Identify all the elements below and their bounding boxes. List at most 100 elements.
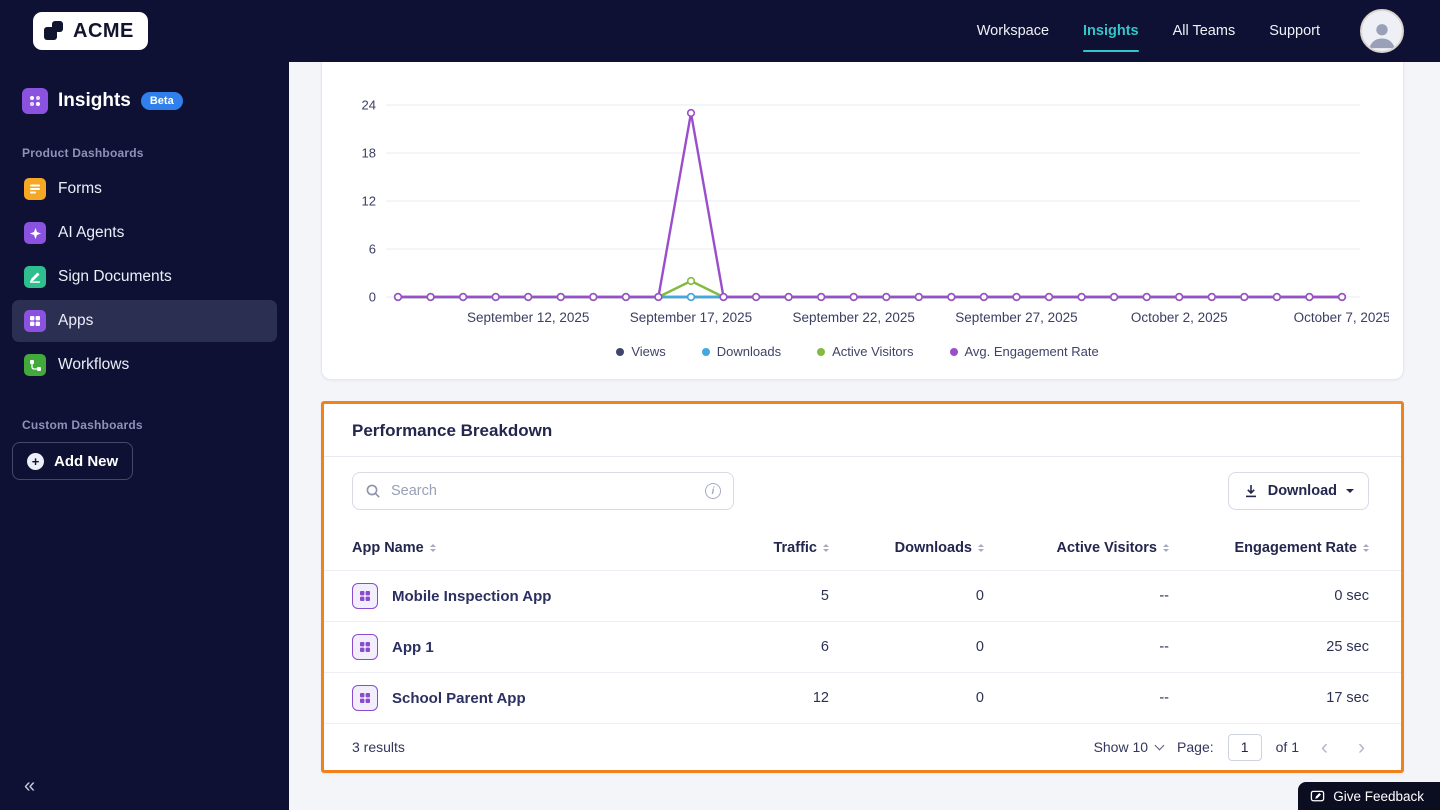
info-icon[interactable]: i <box>705 483 721 499</box>
traffic-value: 5 <box>820 588 829 604</box>
sidebar-item-label: Forms <box>58 180 102 197</box>
svg-text:September 27, 2025: September 27, 2025 <box>955 310 1077 325</box>
col-downloads[interactable]: Downloads <box>829 540 984 556</box>
sort-icon <box>430 544 436 552</box>
insights-app-icon <box>22 88 48 114</box>
trend-chart: 0 6 12 18 24 September 12, 2025 September 17, … <box>362 98 1391 326</box>
sidebar-item-apps[interactable]: Apps <box>12 300 277 342</box>
downloads-value: 0 <box>975 690 984 706</box>
main-content: 0 6 12 18 24 September 12, 2025 September 17, … <box>289 62 1440 810</box>
app-cell: App 1 <box>352 634 709 660</box>
sidebar-product-header: Insights Beta <box>22 88 289 114</box>
table-row[interactable]: School Parent App 12 0 -- 17 sec <box>324 673 1401 724</box>
sidebar-item-workflows[interactable]: Workflows <box>12 344 277 386</box>
svg-text:September 12, 2025: September 12, 2025 <box>467 310 589 325</box>
download-icon <box>1245 485 1256 498</box>
section-custom-dashboards: Custom Dashboards <box>22 418 143 432</box>
downloads-value: 0 <box>975 639 984 655</box>
apps-icon <box>24 310 46 332</box>
feedback-icon <box>1310 790 1325 801</box>
svg-text:October 2, 2025: October 2, 2025 <box>1131 310 1228 325</box>
legend-downloads[interactable]: Downloads <box>701 344 781 359</box>
search-icon <box>366 484 380 498</box>
active-visitors-value: -- <box>1159 690 1169 706</box>
downloads-value: 0 <box>975 588 984 604</box>
sidebar-collapse-icon[interactable]: « <box>24 775 35 798</box>
col-active-visitors[interactable]: Active Visitors <box>984 540 1169 556</box>
engagement-rate-value: 17 sec <box>1326 690 1369 706</box>
give-feedback-button[interactable]: Give Feedback <box>1298 782 1440 810</box>
next-page-icon[interactable]: › <box>1350 737 1373 758</box>
svg-text:September 17, 2025: September 17, 2025 <box>630 310 752 325</box>
beta-badge: Beta <box>140 92 183 110</box>
table-footer: 3 results Show 10 Page: of 1 ‹ › <box>324 724 1401 770</box>
sidebar: Insights Beta Product Dashboards Forms A… <box>0 62 289 810</box>
download-button[interactable]: Download <box>1227 472 1369 510</box>
sidebar-title: Insights <box>58 90 131 111</box>
active-visitors-dot-icon <box>817 347 826 356</box>
app-cell: Mobile Inspection App <box>352 583 709 609</box>
download-label: Download <box>1267 483 1337 499</box>
page-label: Page: <box>1177 739 1214 755</box>
add-new-button[interactable]: + Add New <box>12 442 134 480</box>
search-box: i <box>352 472 734 510</box>
forms-icon <box>24 178 46 200</box>
app-cell: School Parent App <box>352 685 709 711</box>
nav-support[interactable]: Support <box>1269 23 1320 39</box>
add-new-label: Add New <box>54 452 119 470</box>
svg-text:6: 6 <box>369 242 376 257</box>
legend-active-visitors[interactable]: Active Visitors <box>817 344 914 359</box>
sidebar-item-label: Sign Documents <box>58 268 172 285</box>
top-bar: ACME Workspace Insights All Teams Suppor… <box>0 0 1440 62</box>
table-row[interactable]: Mobile Inspection App 5 0 -- 0 sec <box>324 571 1401 622</box>
active-visitors-value: -- <box>1159 639 1169 655</box>
engagement-rate-value: 0 sec <box>1334 588 1369 604</box>
svg-text:24: 24 <box>362 98 376 113</box>
feedback-label: Give Feedback <box>1333 788 1424 804</box>
trend-chart-card: 0 6 12 18 24 September 12, 2025 September 17, … <box>321 62 1404 380</box>
chevron-down-icon <box>1154 740 1165 751</box>
performance-breakdown-title: Performance Breakdown <box>324 404 1401 457</box>
acme-logo-text: ACME <box>73 19 134 42</box>
user-avatar[interactable] <box>1360 9 1404 53</box>
prev-page-icon[interactable]: ‹ <box>1313 737 1336 758</box>
sidebar-item-ai-agents[interactable]: AI Agents <box>12 212 277 254</box>
ai-agents-icon <box>24 222 46 244</box>
section-product-dashboards: Product Dashboards <box>22 146 144 160</box>
breakdown-toolbar: i Download <box>324 457 1401 525</box>
sidebar-menu: Forms AI Agents Sign Documents Apps Work… <box>12 168 277 386</box>
traffic-value: 12 <box>812 690 829 706</box>
top-nav: Workspace Insights All Teams Support <box>977 9 1440 53</box>
app-name: Mobile Inspection App <box>392 587 552 605</box>
sidebar-item-label: Workflows <box>58 356 130 373</box>
show-page-size-select[interactable]: Show 10 <box>1094 739 1165 755</box>
legend-views[interactable]: Views <box>616 344 666 359</box>
col-app-name[interactable]: App Name <box>352 540 709 556</box>
acme-logo-icon <box>43 20 65 42</box>
nav-all-teams[interactable]: All Teams <box>1173 23 1236 39</box>
traffic-value: 6 <box>820 639 829 655</box>
avg-engagement-dot-icon <box>949 347 958 356</box>
search-input[interactable] <box>391 483 695 499</box>
svg-text:October 7, 2025: October 7, 2025 <box>1294 310 1389 325</box>
legend-avg-engagement-rate[interactable]: Avg. Engagement Rate <box>949 344 1099 359</box>
nav-workspace[interactable]: Workspace <box>977 23 1049 39</box>
workflows-icon <box>24 354 46 376</box>
page-number-input[interactable] <box>1227 733 1262 761</box>
active-visitors-value: -- <box>1159 588 1169 604</box>
acme-logo[interactable]: ACME <box>33 12 148 50</box>
nav-insights[interactable]: Insights <box>1083 23 1139 52</box>
sign-documents-icon <box>24 266 46 288</box>
col-engagement-rate[interactable]: Engagement Rate <box>1169 540 1369 556</box>
sort-icon <box>1363 544 1369 552</box>
svg-text:12: 12 <box>362 194 376 209</box>
app-grid-icon <box>352 685 378 711</box>
sidebar-item-sign-documents[interactable]: Sign Documents <box>12 256 277 298</box>
sidebar-item-forms[interactable]: Forms <box>12 168 277 210</box>
app-name: App 1 <box>392 638 434 656</box>
chart-legend: Views Downloads Active Visitors Avg. Eng… <box>328 344 1387 359</box>
svg-text:18: 18 <box>362 146 376 161</box>
table-row[interactable]: App 1 6 0 -- 25 sec <box>324 622 1401 673</box>
col-traffic[interactable]: Traffic <box>709 540 829 556</box>
views-dot-icon <box>616 347 625 356</box>
